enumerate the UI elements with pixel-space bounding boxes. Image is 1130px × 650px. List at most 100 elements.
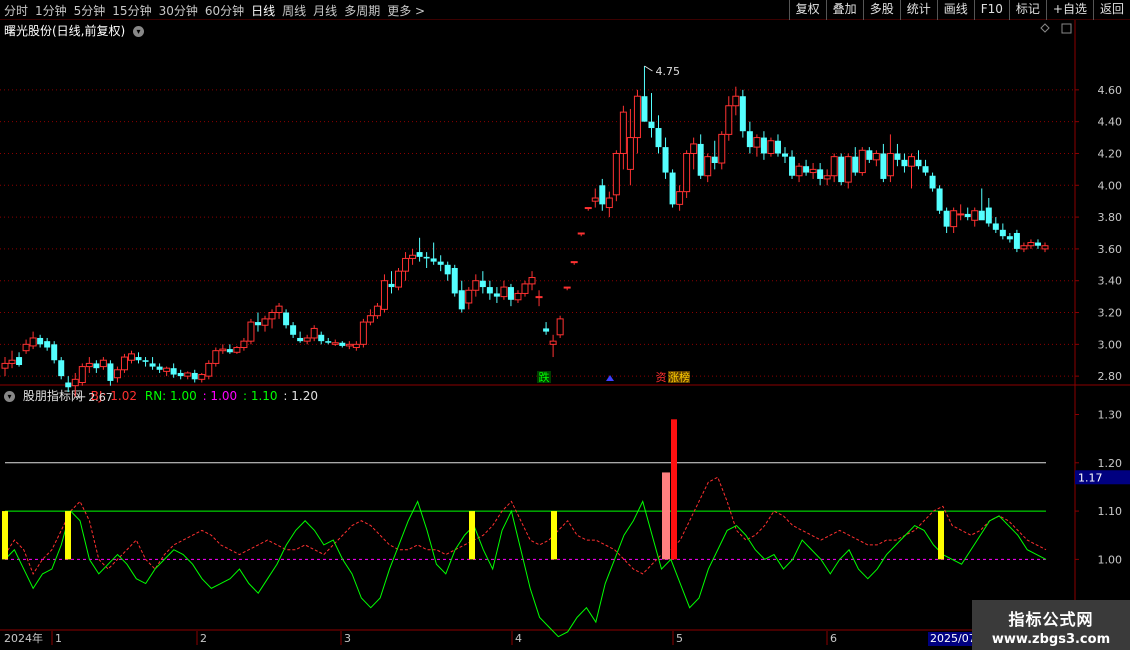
candle-body-down	[339, 342, 346, 346]
signal-yellow-bar	[2, 511, 8, 560]
price-tick-label: 4.20	[1098, 147, 1123, 160]
candle-body-up	[521, 283, 529, 294]
candle-body-up	[605, 197, 613, 209]
candle-body-down	[37, 337, 44, 345]
candle-body-up	[767, 140, 775, 154]
candle-body-down	[283, 312, 290, 326]
candle-body-up	[29, 337, 37, 347]
candle-body-up	[78, 366, 86, 384]
candle-body-up	[591, 197, 599, 202]
candle-body-down	[943, 210, 950, 227]
watermark-url: www.zbgs3.com	[991, 632, 1111, 647]
candle-body-up	[732, 95, 740, 107]
candle-body-down	[149, 363, 156, 367]
candle-body-down	[170, 368, 177, 375]
candle-body-up	[198, 374, 206, 380]
candle-body-up	[907, 156, 915, 167]
candle-body-down	[325, 341, 332, 343]
candle-body-up	[240, 340, 248, 349]
marker-zi-label: 资	[656, 371, 667, 384]
year-label: 2024年	[4, 631, 43, 645]
candle-body-down	[177, 372, 184, 377]
candle-body-up	[619, 111, 627, 154]
candle-body-down	[107, 363, 114, 381]
candle-body-up	[395, 270, 403, 288]
candle-body-down	[803, 166, 810, 173]
month-label: 4	[515, 632, 522, 645]
candle-body-up	[1, 362, 9, 369]
candle-body-up	[99, 359, 107, 368]
candle-body-down	[985, 207, 992, 224]
marker-die-label: 跌	[539, 370, 550, 384]
candle-body-up	[612, 152, 620, 196]
candle-body-down	[479, 280, 486, 288]
candle-body-down	[838, 156, 845, 183]
candle-body-up	[1020, 245, 1028, 250]
candle-body-up	[345, 343, 353, 347]
candle-body-up	[366, 315, 374, 323]
candle-body-up	[233, 347, 241, 353]
candle-body-up	[683, 152, 691, 193]
indicator-tick-label: 1.20	[1098, 457, 1123, 470]
candle-body-up	[331, 342, 339, 345]
candle-body-up	[704, 156, 712, 177]
signal-red-bar	[671, 419, 677, 560]
candle-body-up	[402, 257, 410, 272]
price-tick-label: 3.60	[1098, 243, 1123, 256]
price-tick-label: 3.00	[1098, 338, 1123, 351]
candle-body-down	[992, 223, 999, 230]
candle-body-down	[58, 360, 65, 377]
candle-body-up	[219, 348, 227, 352]
candle-body-up	[8, 359, 16, 364]
signal-pink-bar	[662, 472, 670, 560]
candle-body-down	[416, 252, 423, 257]
candle-body-down	[16, 357, 23, 366]
candle-body-down	[135, 357, 142, 361]
candle-body-up	[633, 95, 641, 139]
candle-body-up	[528, 277, 536, 285]
marker-zhangbang-label: 涨榜	[668, 370, 690, 384]
candle-body-down	[1034, 242, 1041, 246]
candle-body-up	[753, 137, 761, 148]
candle-body-down	[746, 131, 753, 148]
candle-body-down	[451, 267, 458, 294]
candle-body-up	[22, 343, 30, 352]
candle-body-down	[782, 153, 788, 157]
candle-body-up	[303, 337, 311, 342]
candle-body-down	[662, 147, 669, 173]
candle-body-up	[570, 261, 578, 264]
candle-body-down	[697, 143, 704, 176]
candle-body-down	[929, 175, 936, 189]
candle-body-down	[669, 172, 676, 205]
candle-body-up	[113, 369, 121, 379]
candle-body-up	[212, 350, 220, 364]
price-tick-label: 3.80	[1098, 211, 1123, 224]
candle-body-up	[556, 318, 564, 336]
candle-body-up	[1027, 242, 1035, 247]
candle-body-up	[184, 372, 192, 377]
candle-body-up	[626, 137, 634, 170]
candle-body-down	[93, 363, 100, 369]
high-price-label: 4.75	[655, 65, 680, 78]
candle-body-down	[142, 360, 149, 362]
maximize-icon	[1061, 23, 1072, 34]
chart-area[interactable]: 4.60 4.40 4.20 4.00 3.80 3.60 3.40 3.20 3.00 2.80…	[0, 0, 1130, 650]
candle-body-up	[844, 156, 852, 183]
candle-body-down	[1006, 236, 1013, 240]
price-tick-label: 3.40	[1098, 275, 1123, 288]
candle-body-down	[44, 341, 51, 348]
candle-body-down	[866, 150, 873, 160]
candle-body-down	[254, 322, 261, 326]
candle-body-down	[901, 159, 908, 167]
high-pointer	[644, 65, 653, 72]
candle-body-up	[549, 340, 557, 345]
candle-body-down	[880, 153, 887, 179]
candle-body-down	[655, 128, 662, 148]
candle-body-up	[275, 305, 283, 314]
candle-body-down	[437, 261, 444, 265]
candle-body-up	[261, 318, 269, 326]
candle-body-down	[226, 349, 233, 353]
price-tick-label: 4.60	[1098, 84, 1123, 97]
candle-body-down	[915, 159, 922, 167]
candle-body-down	[964, 213, 971, 218]
